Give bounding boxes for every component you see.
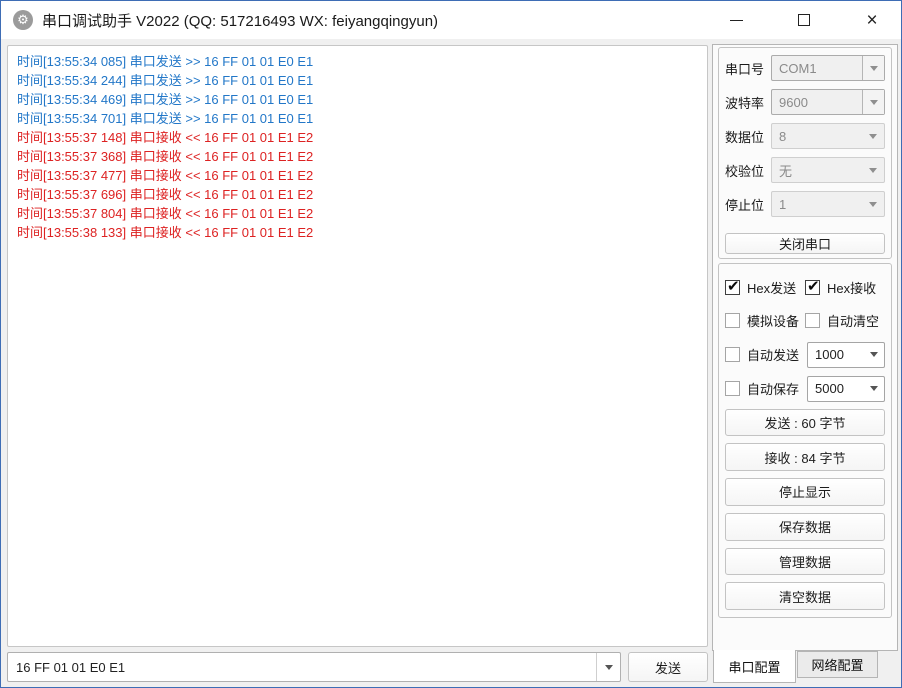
send-data-input[interactable] [8,653,596,681]
hex-receive-label: Hex接收 [827,278,876,297]
app-window: ⚙ 串口调试助手 V2022 (QQ: 517216493 WX: feiyan… [0,0,902,688]
databits-value: 8 [779,129,786,144]
log-line-send: 时间[13:55:34 701] 串口发送 >> 16 FF 01 01 E0 … [17,109,698,128]
hex-row: Hex发送 Hex接收 [725,276,885,300]
parity-value: 无 [779,161,792,180]
auto-save-checkbox[interactable] [725,381,740,396]
window-title: 串口调试助手 V2022 (QQ: 517216493 WX: feiyangq… [42,10,438,31]
port-value: COM1 [779,61,817,76]
log-line-send: 时间[13:55:34 085] 串口发送 >> 16 FF 01 01 E0 … [17,52,698,71]
title-bar: ⚙ 串口调试助手 V2022 (QQ: 517216493 WX: feiyan… [1,1,901,39]
chevron-down-icon[interactable] [862,90,884,114]
auto-save-row: 自动保存 5000 [725,376,885,402]
maximize-icon [798,14,810,26]
chevron-down-icon[interactable] [862,56,884,80]
simulate-device-label: 模拟设备 [747,311,799,330]
send-history-dropdown-button[interactable] [596,653,620,681]
databits-label: 数据位 [725,127,771,146]
manage-data-button[interactable]: 管理数据 [725,548,885,576]
databits-select[interactable]: 8 [771,123,885,149]
log-line-receive: 时间[13:55:37 696] 串口接收 << 16 FF 01 01 E1 … [17,185,698,204]
auto-send-row: 自动发送 1000 [725,342,885,368]
log-line-receive: 时间[13:55:37 368] 串口接收 << 16 FF 01 01 E1 … [17,147,698,166]
close-port-button[interactable]: 关闭串口 [725,233,885,254]
parity-label: 校验位 [725,161,771,180]
port-select[interactable]: COM1 [771,55,885,81]
log-line-receive: 时间[13:55:38 133] 串口接收 << 16 FF 01 01 E1 … [17,223,698,242]
stopbits-select[interactable]: 1 [771,191,885,217]
sent-bytes-button[interactable]: 发送 : 60 字节 [725,409,885,437]
log-line-receive: 时间[13:55:37 804] 串口接收 << 16 FF 01 01 E1 … [17,204,698,223]
baudrate-value: 9600 [779,95,808,110]
send-data-combobox [7,652,621,682]
send-button[interactable]: 发送 [628,652,708,682]
simulate-device-checkbox[interactable] [725,313,740,328]
stopbits-label: 停止位 [725,195,771,214]
simulate-row: 模拟设备 自动清空 [725,309,885,333]
stopbits-value: 1 [779,197,786,212]
save-data-button[interactable]: 保存数据 [725,513,885,541]
auto-send-interval-value: 1000 [815,347,844,362]
chevron-down-icon[interactable] [862,124,884,148]
simulate-device-option[interactable]: 模拟设备 [725,311,805,330]
baudrate-label: 波特率 [725,93,771,112]
auto-save-interval-select[interactable]: 5000 [807,376,885,402]
hex-send-label: Hex发送 [747,278,796,297]
databits-row: 数据位 8 [725,123,885,149]
log-line-send: 时间[13:55:34 244] 串口发送 >> 16 FF 01 01 E0 … [17,71,698,90]
clear-data-button[interactable]: 清空数据 [725,582,885,610]
window-controls: × [691,1,895,39]
auto-save-label: 自动保存 [747,379,799,398]
chevron-down-icon[interactable] [862,158,884,182]
auto-send-label: 自动发送 [747,345,799,364]
chevron-down-icon[interactable] [864,343,884,367]
auto-send-option[interactable]: 自动发送 [725,345,799,364]
minimize-button[interactable] [713,1,759,39]
log-line-receive: 时间[13:55:37 148] 串口接收 << 16 FF 01 01 E1 … [17,128,698,147]
auto-clear-option[interactable]: 自动清空 [805,311,885,330]
options-group: Hex发送 Hex接收 模拟设备 自动清空 自动发送 1000 [718,263,892,618]
auto-clear-checkbox[interactable] [805,313,820,328]
close-icon: × [866,11,877,30]
auto-save-option[interactable]: 自动保存 [725,379,799,398]
chevron-down-icon[interactable] [862,192,884,216]
log-line-send: 时间[13:55:34 469] 串口发送 >> 16 FF 01 01 E0 … [17,90,698,109]
serial-settings-group: 串口号 COM1 波特率 9600 数据位 8 校验位 无 [718,47,892,259]
stopbits-row: 停止位 1 [725,191,885,217]
close-button[interactable]: × [849,1,895,39]
chevron-down-icon[interactable] [864,377,884,401]
auto-clear-label: 自动清空 [827,311,879,330]
minimize-icon [730,20,743,21]
tab-serial-config[interactable]: 串口配置 [713,650,796,683]
hex-send-checkbox[interactable] [725,280,740,295]
auto-send-interval-select[interactable]: 1000 [807,342,885,368]
baudrate-row: 波特率 9600 [725,89,885,115]
hex-receive-option[interactable]: Hex接收 [805,278,885,297]
hex-receive-checkbox[interactable] [805,280,820,295]
hex-send-option[interactable]: Hex发送 [725,278,805,297]
log-line-receive: 时间[13:55:37 477] 串口接收 << 16 FF 01 01 E1 … [17,166,698,185]
port-row: 串口号 COM1 [725,55,885,81]
log-area[interactable]: 时间[13:55:34 085] 串口发送 >> 16 FF 01 01 E0 … [7,45,708,647]
maximize-button[interactable] [781,1,827,39]
tab-network-config[interactable]: 网络配置 [797,651,878,678]
auto-save-interval-value: 5000 [815,381,844,396]
parity-row: 校验位 无 [725,157,885,183]
stop-display-button[interactable]: 停止显示 [725,478,885,506]
baudrate-select[interactable]: 9600 [771,89,885,115]
parity-select[interactable]: 无 [771,157,885,183]
port-label: 串口号 [725,59,771,78]
received-bytes-button[interactable]: 接收 : 84 字节 [725,443,885,471]
auto-send-checkbox[interactable] [725,347,740,362]
app-gear-icon: ⚙ [13,10,33,30]
